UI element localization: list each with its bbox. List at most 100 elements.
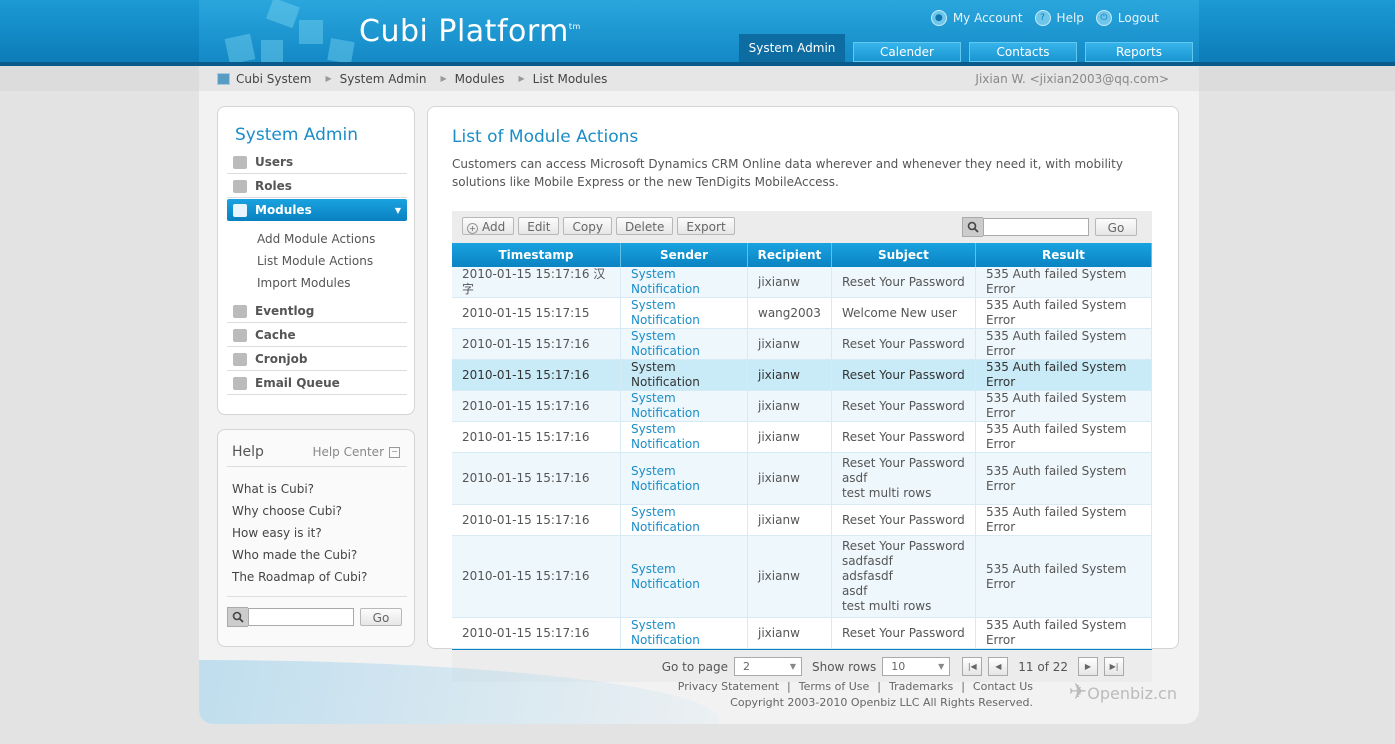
table-row[interactable]: 2010-01-15 15:17:16 System Notification ji… bbox=[452, 452, 1153, 505]
footer-wave bbox=[199, 660, 719, 724]
divider bbox=[227, 596, 407, 597]
column-header-sender[interactable]: Sender bbox=[620, 243, 748, 267]
cell-sender[interactable]: System Notification bbox=[620, 359, 748, 391]
column-header-timestamp[interactable]: Timestamp bbox=[452, 243, 621, 267]
add-button[interactable]: + Add bbox=[462, 217, 515, 235]
cell-recipient: jixianw bbox=[747, 328, 832, 360]
main-panel: List of Module Actions Customers can acc… bbox=[427, 106, 1179, 682]
tab-contacts[interactable]: Contacts bbox=[969, 42, 1077, 62]
sidebar-title: System Admin bbox=[235, 125, 358, 145]
table-row[interactable]: 2010-01-15 15:17:16 System Notification ji… bbox=[452, 328, 1153, 360]
breadcrumb-arrow-icon: ▶ bbox=[440, 74, 447, 83]
table-row[interactable]: 2010-01-15 15:17:16 System Notification ji… bbox=[452, 421, 1153, 453]
help-link-roadmap[interactable]: The Roadmap of Cubi? bbox=[232, 566, 367, 588]
sidebar-item-cronjob[interactable]: Cronjob bbox=[227, 348, 407, 371]
cell-subject: Reset Your Password bbox=[831, 617, 976, 649]
delete-button[interactable]: Delete bbox=[615, 217, 674, 235]
app-logo[interactable]: Cubi Platformtm bbox=[359, 14, 581, 49]
cell-timestamp: 2010-01-15 15:17:16 bbox=[452, 535, 621, 618]
sidebar-item-label: Email Queue bbox=[255, 376, 340, 390]
openbiz-logo[interactable]: ✈Openbiz.cn bbox=[1069, 680, 1177, 705]
sidebar-item-roles[interactable]: Roles bbox=[227, 175, 407, 198]
cell-result: 535 Auth failed System Error bbox=[975, 452, 1153, 505]
bird-icon: ✈ bbox=[1068, 680, 1088, 705]
tab-calender[interactable]: Calender bbox=[853, 42, 961, 62]
table-row[interactable]: 2010-01-15 15:17:16 System Notification ji… bbox=[452, 617, 1153, 649]
cell-subject: Reset Your Password bbox=[831, 421, 976, 453]
table-row[interactable]: 2010-01-15 15:17:16 System Notification ji… bbox=[452, 390, 1153, 422]
grid-search-go-button[interactable]: Go bbox=[1095, 218, 1137, 236]
breadcrumb-item-list-modules[interactable]: List Modules bbox=[533, 72, 608, 86]
breadcrumb-label: Cubi System bbox=[236, 71, 312, 86]
cell-sender[interactable]: System Notification bbox=[620, 267, 748, 298]
sidebar-panel: System Admin Users Roles Modules ▼ Add Mo… bbox=[217, 106, 415, 415]
separator: | bbox=[877, 680, 881, 693]
subject-line: Reset Your Password bbox=[841, 429, 965, 444]
collapse-icon[interactable]: − bbox=[389, 446, 400, 458]
sidebar-subitem-list-module-actions[interactable]: List Module Actions bbox=[257, 250, 407, 272]
cell-result: 535 Auth failed System Error bbox=[975, 267, 1153, 298]
sidebar-item-email-queue[interactable]: Email Queue bbox=[227, 372, 407, 395]
table-row[interactable]: 2010-01-15 15:17:15 System Notification wa… bbox=[452, 297, 1153, 329]
cell-sender[interactable]: System Notification bbox=[620, 617, 748, 649]
user-icon bbox=[233, 155, 247, 169]
subject-line: test multi rows bbox=[841, 486, 932, 500]
logout-link[interactable]: ⏻ Logout bbox=[1095, 10, 1159, 26]
sidebar-item-modules[interactable]: Modules ▼ bbox=[227, 199, 407, 221]
help-link-how-easy[interactable]: How easy is it? bbox=[232, 522, 367, 544]
cell-sender[interactable]: System Notification bbox=[620, 297, 748, 329]
help-link-what-is-cubi[interactable]: What is Cubi? bbox=[232, 478, 367, 500]
my-account-link[interactable]: ● My Account bbox=[930, 10, 1023, 26]
trademarks-link[interactable]: Trademarks bbox=[889, 680, 953, 693]
cell-sender[interactable]: System Notification bbox=[620, 390, 748, 422]
sidebar-item-cache[interactable]: Cache bbox=[227, 324, 407, 347]
subject-line: test multi rows bbox=[841, 599, 932, 613]
help-link[interactable]: ? Help bbox=[1034, 10, 1084, 26]
tab-reports[interactable]: Reports bbox=[1085, 42, 1193, 62]
cell-subject: Reset Your Password sadfasdf adsfasdf asdf t… bbox=[831, 535, 976, 618]
terms-of-use-link[interactable]: Terms of Use bbox=[799, 680, 870, 693]
breadcrumb-item-home[interactable]: Cubi System bbox=[217, 72, 312, 86]
cell-subject: Reset Your Password bbox=[831, 267, 976, 298]
sidebar-item-eventlog[interactable]: Eventlog bbox=[227, 300, 407, 323]
table-row[interactable]: 2010-01-15 15:17:16 System Notification ji… bbox=[452, 535, 1153, 618]
sidebar-item-users[interactable]: Users bbox=[227, 151, 407, 174]
cell-subject: Reset Your Password asdf test multi rows bbox=[831, 452, 976, 505]
decor-square bbox=[224, 33, 256, 65]
grid-search-input[interactable] bbox=[983, 218, 1089, 236]
cell-timestamp: 2010-01-15 15:17:16 bbox=[452, 359, 621, 391]
breadcrumb-item-modules[interactable]: Modules bbox=[455, 72, 505, 86]
search-icon bbox=[227, 607, 248, 627]
export-button[interactable]: Export bbox=[677, 217, 735, 235]
copy-button[interactable]: Copy bbox=[563, 217, 612, 235]
column-header-subject[interactable]: Subject bbox=[831, 243, 976, 267]
tab-system-admin[interactable]: System Admin bbox=[739, 34, 845, 62]
table-row[interactable]: 2010-01-15 15:17:16 System Notification ji… bbox=[452, 359, 1153, 391]
help-center-link[interactable]: Help Center − bbox=[312, 445, 400, 459]
footer: Privacy Statement | Terms of Use | Tradema… bbox=[199, 660, 1199, 724]
breadcrumb-item-system-admin[interactable]: System Admin bbox=[340, 72, 427, 86]
trademark: tm bbox=[568, 22, 581, 31]
cell-sender[interactable]: System Notification bbox=[620, 504, 748, 536]
edit-button[interactable]: Edit bbox=[518, 217, 560, 235]
help-link-why-choose-cubi[interactable]: Why choose Cubi? bbox=[232, 500, 367, 522]
sidebar-subitem-import-modules[interactable]: Import Modules bbox=[257, 272, 407, 294]
help-search-go-button[interactable]: Go bbox=[360, 608, 402, 626]
help-search-input[interactable] bbox=[248, 608, 354, 626]
table-row[interactable]: 2010-01-15 15:17:16 汉字 System Notificatio… bbox=[452, 267, 1153, 298]
sidebar-subitem-add-module-actions[interactable]: Add Module Actions bbox=[257, 228, 407, 250]
cell-recipient: jixianw bbox=[747, 421, 832, 453]
contact-us-link[interactable]: Contact Us bbox=[973, 680, 1033, 693]
cell-sender[interactable]: System Notification bbox=[620, 535, 748, 618]
cell-sender[interactable]: System Notification bbox=[620, 328, 748, 360]
help-link-who-made[interactable]: Who made the Cubi? bbox=[232, 544, 367, 566]
column-header-recipient[interactable]: Recipient bbox=[747, 243, 832, 267]
cell-sender[interactable]: System Notification bbox=[620, 452, 748, 505]
cell-sender[interactable]: System Notification bbox=[620, 421, 748, 453]
column-header-result[interactable]: Result bbox=[975, 243, 1153, 267]
privacy-statement-link[interactable]: Privacy Statement bbox=[678, 680, 779, 693]
cell-subject: Reset Your Password bbox=[831, 359, 976, 391]
cell-timestamp: 2010-01-15 15:17:15 bbox=[452, 297, 621, 329]
cell-result: 535 Auth failed System Error bbox=[975, 390, 1153, 422]
table-row[interactable]: 2010-01-15 15:17:16 System Notification ji… bbox=[452, 504, 1153, 536]
